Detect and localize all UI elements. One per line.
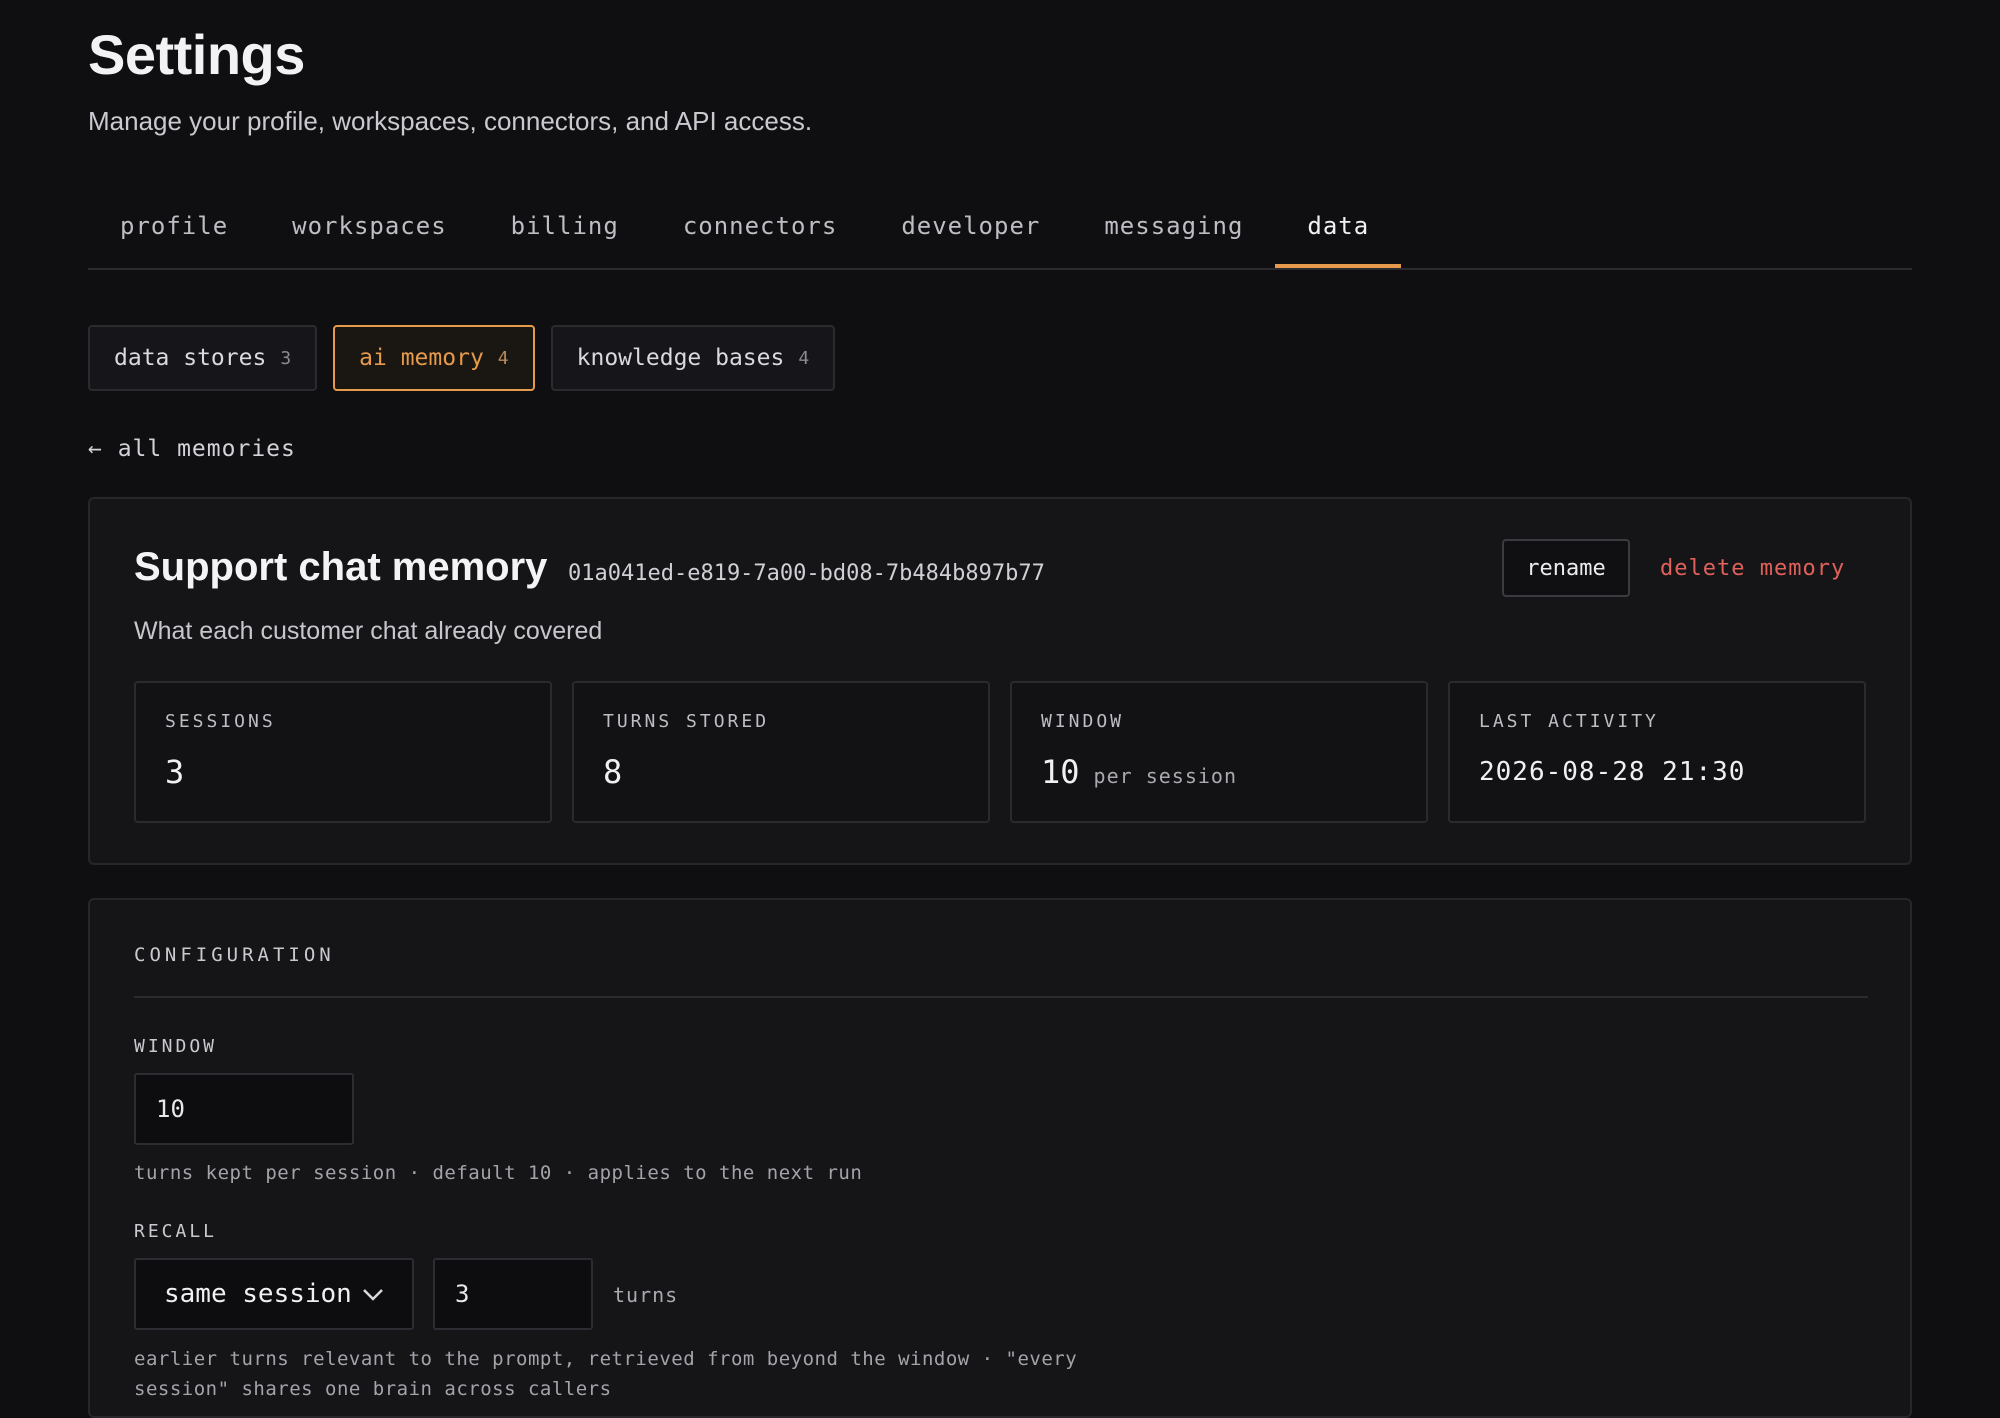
stat-last-activity: LAST ACTIVITY 2026-08-28 21:30 [1448, 681, 1866, 823]
data-subtabs: data stores 3 ai memory 4 knowledge base… [88, 325, 836, 391]
stat-label: LAST ACTIVITY [1479, 711, 1659, 732]
stat-value: 2026-08-28 21:30 [1479, 757, 1746, 787]
subtab-count: 4 [798, 347, 810, 369]
configuration-card: CONFIGURATION WINDOW 10 turns kept per s… [88, 898, 1912, 1418]
recall-field-label: RECALL [134, 1221, 218, 1242]
stat-sessions: SESSIONS 3 [134, 681, 552, 823]
tab-connectors[interactable]: connectors [651, 192, 870, 268]
memory-id: 01a041ed-e819-7a00-bd08-7b484b897b77 [568, 561, 1045, 586]
stat-value: 10 [1041, 753, 1080, 791]
stat-label: WINDOW [1041, 711, 1125, 732]
subtab-label: data stores [114, 345, 267, 371]
subtab-label: knowledge bases [576, 345, 785, 371]
subtab-label: ai memory [359, 345, 484, 371]
memory-description: What each customer chat already covered [134, 617, 603, 645]
stat-value-wrap: 10 per session [1041, 753, 1237, 791]
stat-unit: per session [1093, 764, 1237, 788]
tab-profile[interactable]: profile [88, 192, 260, 268]
subtab-knowledge-bases[interactable]: knowledge bases 4 [550, 325, 836, 391]
window-hint: turns kept per session · default 10 · ap… [134, 1162, 863, 1184]
stat-value: 3 [165, 753, 185, 791]
recall-mode-value: same session [164, 1279, 352, 1309]
back-to-all-memories-link[interactable]: ← all memories [88, 436, 296, 462]
memory-summary-card: Support chat memory 01a041ed-e819-7a00-b… [88, 497, 1912, 865]
stat-label: TURNS STORED [603, 711, 770, 732]
delete-memory-button[interactable]: delete memory [1660, 539, 1845, 597]
memory-stats: SESSIONS 3 TURNS STORED 8 WINDOW 10 per s… [134, 681, 1866, 823]
subtab-count: 3 [280, 347, 292, 369]
page-title: Settings [88, 23, 305, 86]
window-field-label: WINDOW [134, 1036, 218, 1057]
section-title: CONFIGURATION [134, 944, 335, 966]
stat-label: SESSIONS [165, 711, 276, 732]
recall-turns-input[interactable]: 3 [433, 1258, 593, 1330]
stat-turns-stored: TURNS STORED 8 [572, 681, 990, 823]
recall-hint-line-1: earlier turns relevant to the prompt, re… [134, 1348, 1078, 1370]
window-input[interactable]: 10 [134, 1073, 354, 1145]
tab-data[interactable]: data [1275, 192, 1402, 268]
subtab-count: 4 [497, 347, 509, 369]
rename-button[interactable]: rename [1502, 539, 1630, 597]
tab-billing[interactable]: billing [479, 192, 651, 268]
chevron-down-icon [362, 1279, 384, 1309]
recall-turns-unit: turns [613, 1283, 679, 1307]
section-divider [134, 996, 1868, 998]
recall-mode-select[interactable]: same session [134, 1258, 414, 1330]
settings-tabs: profile workspaces billing connectors de… [88, 192, 1912, 270]
page-subtitle: Manage your profile, workspaces, connect… [88, 106, 813, 136]
tab-developer[interactable]: developer [869, 192, 1072, 268]
subtab-data-stores[interactable]: data stores 3 [88, 325, 318, 391]
tab-messaging[interactable]: messaging [1072, 192, 1275, 268]
tab-workspaces[interactable]: workspaces [260, 192, 479, 268]
subtab-ai-memory[interactable]: ai memory 4 [333, 325, 535, 391]
stat-window: WINDOW 10 per session [1010, 681, 1428, 823]
stat-value: 8 [603, 753, 623, 791]
memory-name: Support chat memory [134, 545, 548, 589]
